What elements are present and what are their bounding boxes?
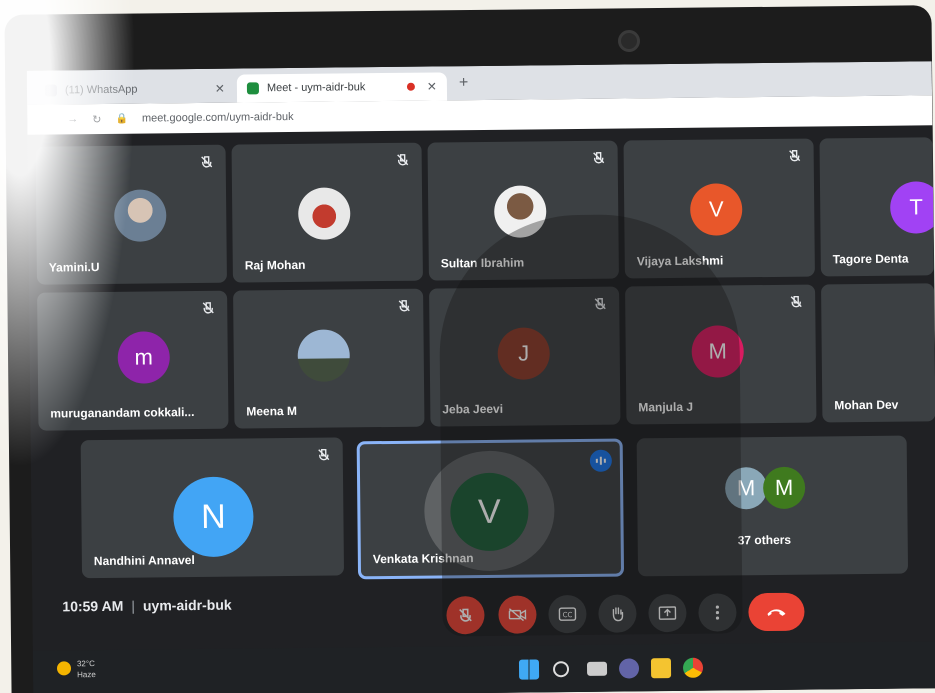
captions-icon: CC	[558, 607, 577, 621]
avatar: M	[762, 466, 806, 510]
meeting-code: uym-aidr-buk	[142, 596, 232, 614]
participant-tile[interactable]: Mohan Dev	[821, 283, 935, 423]
more-vert-icon	[715, 605, 720, 620]
tab-whatsapp[interactable]: (11) WhatsApp ✕	[35, 75, 235, 105]
search-icon[interactable]	[552, 661, 570, 678]
file-explorer-icon[interactable]	[650, 658, 672, 679]
participant-name: Tagore Denta	[832, 251, 909, 267]
others-tile[interactable]: M M 37 others	[636, 435, 909, 577]
avatar	[297, 329, 351, 382]
avatar: M	[691, 325, 744, 378]
reload-icon[interactable]: ↻	[92, 112, 101, 125]
recording-dot-icon	[406, 82, 415, 91]
participant-name: Nandhini Annavel	[93, 553, 195, 569]
mic-off-icon	[789, 149, 801, 162]
present-icon	[658, 606, 677, 620]
participant-name: Mohan Dev	[834, 397, 899, 413]
chrome-icon[interactable]	[682, 657, 704, 678]
mic-off-icon	[790, 295, 802, 308]
participant-name: Vijaya Lakshmi	[636, 253, 724, 269]
raise-hand-icon	[612, 607, 624, 622]
avatar	[113, 189, 167, 242]
participant-name: Manjula J	[638, 399, 694, 415]
chat-icon[interactable]	[618, 658, 640, 679]
url-text[interactable]: meet.google.com/uym-aidr-buk	[142, 111, 294, 125]
participant-name: Meena M	[246, 403, 298, 419]
participant-name: Yamini.U	[48, 260, 100, 275]
speaking-indicator-icon	[589, 449, 612, 472]
meet-favicon-icon	[246, 82, 260, 95]
participant-tile[interactable]: Raj Mohan	[231, 142, 423, 283]
raise-hand-button[interactable]	[598, 594, 637, 633]
avatar: M	[724, 467, 768, 510]
participant-tile[interactable]: T Tagore Denta	[819, 137, 934, 277]
camera-off-button[interactable]	[498, 595, 537, 634]
weather-widget[interactable]: 32°C Haze	[56, 658, 96, 680]
avatar: N	[173, 476, 254, 558]
participant-tile[interactable]: M Manjula J	[625, 284, 817, 425]
lock-icon[interactable]: 🔒	[115, 113, 128, 124]
mic-off-icon	[593, 152, 605, 164]
captions-button[interactable]: CC	[548, 594, 587, 634]
leave-call-button[interactable]	[748, 592, 805, 632]
avatar: m	[117, 331, 171, 384]
participant-tile[interactable]: Sultan Ibrahim	[427, 140, 619, 281]
mic-off-icon	[201, 156, 213, 168]
weather-desc: Haze	[77, 670, 96, 680]
weather-temp: 32°C	[76, 659, 95, 669]
windows-taskbar: 32°C Haze	[32, 641, 935, 693]
participant-tile-speaking[interactable]: V Venkata Krishnan	[356, 438, 625, 580]
participant-name: Jeba Jeevi	[442, 401, 504, 417]
mic-off-icon	[594, 298, 606, 310]
participant-name: muruganandam cokkali...	[50, 405, 195, 421]
mic-off-icon	[318, 448, 330, 461]
hang-up-icon	[767, 609, 786, 617]
avatar	[297, 187, 351, 240]
mic-off-icon	[398, 300, 410, 312]
windows-start-icon[interactable]	[518, 659, 540, 680]
camera-off-icon	[508, 608, 527, 622]
more-options-button[interactable]	[698, 593, 737, 632]
tab-meet[interactable]: Meet - uym-aidr-buk ✕	[236, 72, 448, 103]
sun-icon	[56, 661, 72, 676]
tab-label: (11) WhatsApp	[64, 83, 138, 97]
participant-tile[interactable]: m muruganandam cokkali...	[37, 290, 229, 431]
participant-tile[interactable]: Yamini.U	[35, 144, 227, 285]
svg-text:CC: CC	[563, 611, 573, 619]
close-tab-icon[interactable]: ✕	[215, 82, 225, 96]
screen: (11) WhatsApp ✕ Meet - uym-aidr-buk ✕ + …	[26, 61, 935, 693]
close-tab-icon[interactable]: ✕	[427, 79, 437, 93]
meeting-time: 10:59 AM	[62, 597, 124, 615]
new-tab-button[interactable]: +	[459, 74, 469, 92]
mic-off-icon	[397, 154, 409, 166]
meeting-info: 10:59 AM | uym-aidr-buk	[62, 596, 232, 615]
mic-off-icon	[459, 608, 472, 622]
participant-name: Raj Mohan	[244, 257, 306, 273]
avatar: V	[449, 472, 529, 552]
present-button[interactable]	[648, 593, 687, 633]
whatsapp-favicon-icon	[44, 84, 58, 97]
mic-off-button[interactable]	[446, 595, 485, 635]
webcam	[618, 30, 640, 52]
others-count: 37 others	[737, 532, 792, 548]
avatar: T	[889, 181, 934, 234]
participant-name: Sultan Ibrahim	[440, 255, 525, 271]
avatar: V	[689, 183, 743, 236]
participant-tile[interactable]: Meena M	[233, 288, 425, 429]
mic-off-icon	[202, 302, 214, 314]
participant-name: Venkata Krishnan	[372, 551, 474, 567]
forward-icon[interactable]: →	[67, 113, 78, 125]
participant-tile[interactable]: V Vijaya Lakshmi	[623, 138, 815, 279]
participant-tile[interactable]: J Jeba Jeevi	[429, 286, 621, 427]
avatar	[493, 185, 547, 238]
task-view-icon[interactable]	[586, 661, 608, 676]
participant-tile[interactable]: N Nandhini Annavel	[80, 437, 345, 579]
tab-label: Meet - uym-aidr-buk	[266, 81, 366, 95]
avatar: J	[497, 327, 551, 380]
